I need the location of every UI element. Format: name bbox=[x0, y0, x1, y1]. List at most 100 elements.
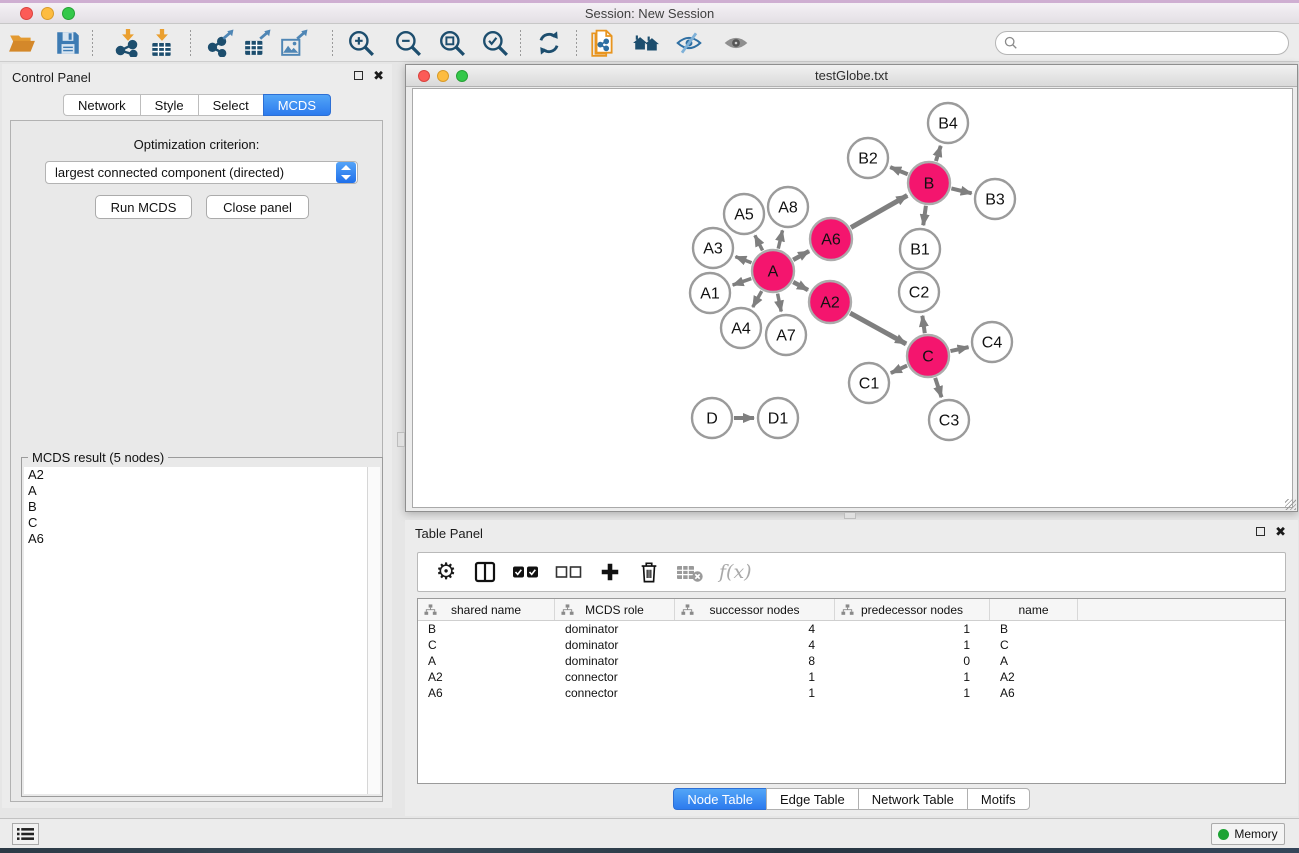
graph-edge-A2-C[interactable] bbox=[850, 313, 906, 344]
table-cell[interactable]: dominator bbox=[555, 638, 675, 652]
hide-graphics-details-icon[interactable] bbox=[671, 27, 707, 59]
float-panel-icon[interactable] bbox=[354, 71, 363, 80]
search-input[interactable] bbox=[1018, 33, 1288, 53]
graph-node-A4[interactable]: A4 bbox=[721, 308, 761, 348]
tab-network-table[interactable]: Network Table bbox=[858, 788, 967, 810]
graph-node-A7[interactable]: A7 bbox=[766, 315, 806, 355]
table-cell[interactable]: A2 bbox=[418, 670, 555, 684]
network-canvas[interactable]: B4B2BB3A8A5A6A3B1AA1C2A2A4A7C4CC1C3DD1 bbox=[412, 88, 1293, 508]
table-cell[interactable]: connector bbox=[555, 670, 675, 684]
graph-edge-B-B2[interactable] bbox=[890, 167, 908, 174]
run-mcds-button[interactable]: Run MCDS bbox=[95, 195, 192, 219]
table-cell[interactable]: C bbox=[990, 638, 1078, 652]
graph-node-D1[interactable]: D1 bbox=[758, 398, 798, 438]
mcds-result-item[interactable]: B bbox=[24, 499, 367, 515]
import-network-icon[interactable] bbox=[110, 27, 146, 59]
function-builder-icon[interactable]: f(x) bbox=[719, 558, 752, 586]
graph-edge-C-C1[interactable] bbox=[891, 366, 907, 373]
table-cell[interactable]: A6 bbox=[418, 686, 555, 700]
table-cell[interactable]: 1 bbox=[675, 670, 835, 684]
home-icon[interactable] bbox=[628, 27, 664, 59]
table-cell[interactable]: 0 bbox=[835, 654, 990, 668]
graph-node-B3[interactable]: B3 bbox=[975, 179, 1015, 219]
delete-row-icon[interactable] bbox=[637, 558, 661, 586]
graph-node-A8[interactable]: A8 bbox=[768, 187, 808, 227]
graph-edge-B-B4[interactable] bbox=[936, 146, 941, 161]
table-row[interactable]: Adominator80A bbox=[418, 653, 1285, 669]
horizontal-splitter-thumb[interactable] bbox=[844, 512, 856, 519]
graph-node-C2[interactable]: C2 bbox=[899, 272, 939, 312]
graph-edge-C-C4[interactable] bbox=[950, 347, 968, 351]
export-image-icon[interactable] bbox=[276, 27, 312, 59]
result-list-scrollbar[interactable] bbox=[367, 467, 380, 794]
zoom-fit-icon[interactable] bbox=[434, 27, 470, 59]
table-cell[interactable]: 1 bbox=[835, 670, 990, 684]
ui-settings-menu-button[interactable] bbox=[12, 823, 39, 845]
show-columns-icon[interactable] bbox=[473, 558, 497, 586]
graph-node-C4[interactable]: C4 bbox=[972, 322, 1012, 362]
close-panel-icon[interactable]: ✖ bbox=[373, 70, 384, 81]
network-minimize-button[interactable] bbox=[437, 70, 449, 82]
zoom-in-icon[interactable] bbox=[343, 27, 379, 59]
graph-node-A5[interactable]: A5 bbox=[724, 194, 764, 234]
graph-node-A1[interactable]: A1 bbox=[690, 273, 730, 313]
mcds-result-item[interactable]: A2 bbox=[24, 467, 367, 483]
table-cell[interactable]: A2 bbox=[990, 670, 1078, 684]
export-table-icon[interactable] bbox=[239, 27, 275, 59]
table-cell[interactable]: dominator bbox=[555, 622, 675, 636]
refresh-icon[interactable] bbox=[531, 27, 567, 59]
graph-edge-A-A1[interactable] bbox=[733, 279, 752, 286]
network-zoom-button[interactable] bbox=[456, 70, 468, 82]
table-cell[interactable]: connector bbox=[555, 686, 675, 700]
zoom-selected-icon[interactable] bbox=[477, 27, 513, 59]
graph-node-D[interactable]: D bbox=[692, 398, 732, 438]
zoom-out-icon[interactable] bbox=[390, 27, 426, 59]
table-cell[interactable]: 4 bbox=[675, 638, 835, 652]
graph-edge-A-A5[interactable] bbox=[755, 235, 763, 250]
graph-node-C1[interactable]: C1 bbox=[849, 363, 889, 403]
column-header-predecessor-nodes[interactable]: predecessor nodes bbox=[835, 599, 990, 620]
graph-edge-A-A3[interactable] bbox=[735, 257, 751, 263]
table-cell[interactable]: 1 bbox=[835, 686, 990, 700]
import-table-icon[interactable] bbox=[144, 27, 180, 59]
memory-button[interactable]: Memory bbox=[1211, 823, 1285, 845]
graph-edge-A-A4[interactable] bbox=[753, 291, 762, 307]
optimization-criterion-select[interactable]: largest connected component (directed) bbox=[45, 161, 358, 184]
save-session-icon[interactable] bbox=[50, 27, 86, 59]
graph-edge-A-A7[interactable] bbox=[778, 294, 782, 312]
column-header-MCDS-role[interactable]: MCDS role bbox=[555, 599, 675, 620]
table-row[interactable]: Bdominator41B bbox=[418, 621, 1285, 637]
table-cell[interactable]: A bbox=[418, 654, 555, 668]
vertical-splitter-thumb[interactable] bbox=[397, 432, 405, 447]
table-cell[interactable]: B bbox=[418, 622, 555, 636]
graph-edge-A-A8[interactable] bbox=[778, 230, 782, 248]
tab-style[interactable]: Style bbox=[140, 94, 198, 116]
graph-edge-A-A6[interactable] bbox=[793, 251, 809, 260]
tab-motifs[interactable]: Motifs bbox=[967, 788, 1030, 810]
graph-edge-B-B3[interactable] bbox=[951, 188, 971, 193]
column-header-shared-name[interactable]: shared name bbox=[418, 599, 555, 620]
column-header-successor-nodes[interactable]: successor nodes bbox=[675, 599, 835, 620]
graph-node-C[interactable]: C bbox=[907, 335, 949, 377]
table-cell[interactable]: 1 bbox=[675, 686, 835, 700]
graph-node-A6[interactable]: A6 bbox=[810, 218, 852, 260]
window-resize-grip[interactable] bbox=[1285, 499, 1296, 510]
graph-node-A3[interactable]: A3 bbox=[693, 228, 733, 268]
network-document-icon[interactable] bbox=[585, 27, 621, 59]
add-row-icon[interactable] bbox=[598, 558, 622, 586]
table-row[interactable]: A2connector11A2 bbox=[418, 669, 1285, 685]
graph-node-B4[interactable]: B4 bbox=[928, 103, 968, 143]
table-cell[interactable]: 4 bbox=[675, 622, 835, 636]
tab-edge-table[interactable]: Edge Table bbox=[766, 788, 858, 810]
graph-edge-A6-B[interactable] bbox=[851, 195, 907, 227]
table-row[interactable]: A6connector11A6 bbox=[418, 685, 1285, 701]
network-close-button[interactable] bbox=[418, 70, 430, 82]
tab-network[interactable]: Network bbox=[63, 94, 140, 116]
deselect-all-icon[interactable] bbox=[555, 558, 583, 586]
table-cell[interactable]: 8 bbox=[675, 654, 835, 668]
table-cell[interactable]: 1 bbox=[835, 622, 990, 636]
mcds-result-item[interactable]: A bbox=[24, 483, 367, 499]
mcds-result-item[interactable]: A6 bbox=[24, 531, 367, 547]
tab-node-table[interactable]: Node Table bbox=[673, 788, 766, 810]
table-cell[interactable]: A bbox=[990, 654, 1078, 668]
